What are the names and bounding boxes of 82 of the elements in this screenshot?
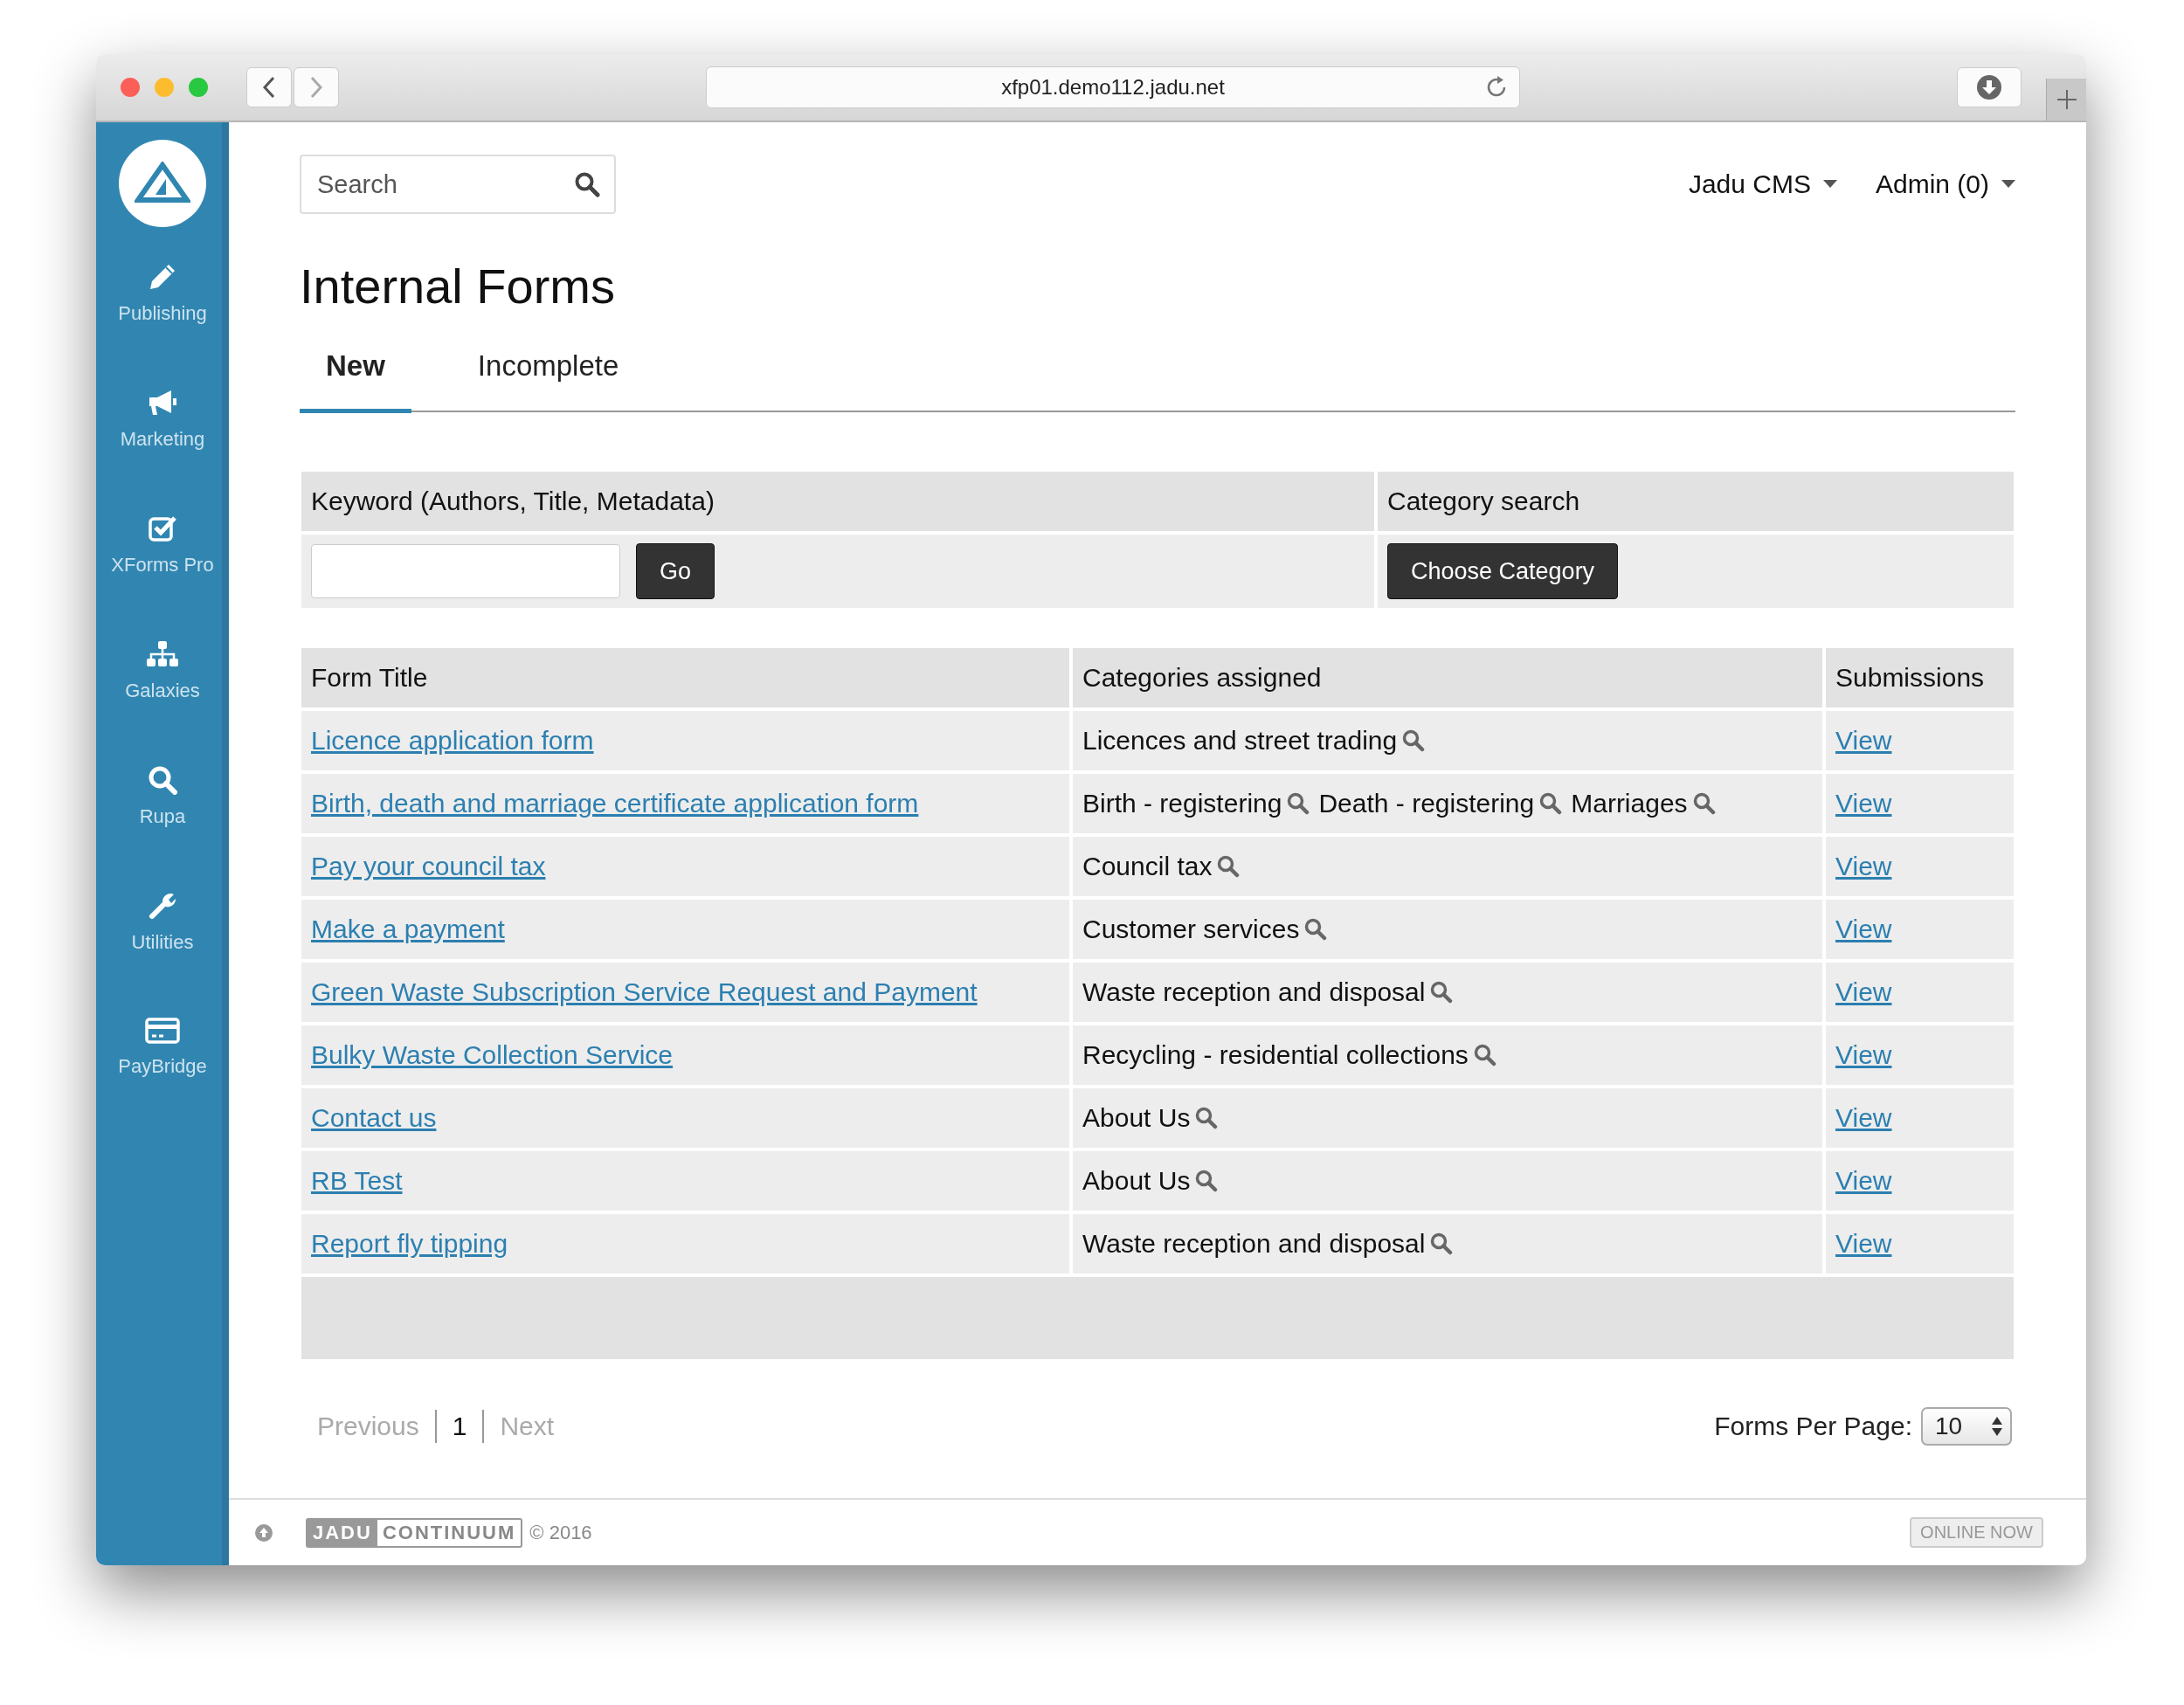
form-title-link[interactable]: RB Test xyxy=(311,1166,403,1196)
sort-arrows-icon xyxy=(1991,1416,2003,1437)
wrench-icon xyxy=(148,891,177,921)
view-link[interactable]: View xyxy=(1835,1166,1892,1196)
dropdown-menu[interactable]: Jadu CMS xyxy=(1688,169,1837,199)
new-tab-button[interactable] xyxy=(2046,79,2086,121)
sitemap-icon xyxy=(146,639,179,669)
search-icon[interactable] xyxy=(1473,1044,1496,1066)
pencil-icon xyxy=(148,262,177,292)
url-text: xfp01.demo112.jadu.net xyxy=(1001,75,1225,100)
form-title-link[interactable]: Report fly tipping xyxy=(311,1229,508,1259)
caret-icon xyxy=(2001,180,2015,189)
keyword-field[interactable] xyxy=(311,544,620,598)
form-title-link[interactable]: Contact us xyxy=(311,1103,437,1133)
megaphone-icon xyxy=(147,388,178,418)
form-title-link[interactable]: Licence application form xyxy=(311,726,594,756)
credit-card-icon xyxy=(145,1017,180,1045)
form-title-link[interactable]: Make a payment xyxy=(311,915,505,944)
search-icon[interactable] xyxy=(1304,918,1328,941)
tab[interactable]: New xyxy=(300,349,411,413)
search-icon[interactable] xyxy=(1430,981,1454,1004)
search-icon[interactable] xyxy=(574,171,600,197)
arrow-up-icon[interactable] xyxy=(255,1523,273,1542)
table-header-cell: Category search xyxy=(1378,472,2014,531)
plus-icon xyxy=(2055,88,2078,111)
view-link[interactable]: View xyxy=(1835,789,1892,818)
search-field[interactable]: Search xyxy=(300,155,616,214)
form-title-link[interactable]: Pay your council tax xyxy=(311,852,546,881)
caret-icon xyxy=(1822,180,1837,189)
column-header: Submissions xyxy=(1826,648,2014,708)
category-text: Birth - registering xyxy=(1082,789,1282,818)
search-icon[interactable] xyxy=(1195,1170,1219,1192)
search-icon[interactable] xyxy=(1692,792,1716,815)
search-icon[interactable] xyxy=(1217,855,1241,878)
search-icon[interactable] xyxy=(1430,1232,1454,1255)
category-text: Customer services xyxy=(1082,915,1300,944)
sidebar-item[interactable]: Marketing xyxy=(120,388,205,514)
view-link[interactable]: View xyxy=(1835,1229,1892,1259)
downloads-button[interactable] xyxy=(1957,67,2022,107)
sidebar-item[interactable]: Galaxies xyxy=(125,639,200,765)
back-button[interactable] xyxy=(246,67,292,107)
category-text: About Us xyxy=(1082,1103,1191,1133)
view-link[interactable]: View xyxy=(1835,726,1892,756)
forms-per-page-label: Forms Per Page: xyxy=(1714,1412,1912,1441)
column-header: Form Title xyxy=(301,648,1069,708)
download-icon xyxy=(1976,74,2002,100)
view-link[interactable]: View xyxy=(1835,1040,1892,1070)
copyright-text: © 2016 xyxy=(529,1521,592,1544)
page-number[interactable]: 1 xyxy=(452,1412,467,1441)
category-text: Waste reception and disposal xyxy=(1082,977,1426,1007)
brand-logo: JADU CONTINUUM xyxy=(306,1517,523,1548)
search-icon xyxy=(148,765,177,795)
tab[interactable]: Incomplete xyxy=(451,349,646,413)
sidebar-item[interactable]: Publishing xyxy=(118,262,207,388)
address-bar[interactable]: xfp01.demo112.jadu.net xyxy=(706,66,1520,108)
table-header-cell: Keyword (Authors, Title, Metadata) xyxy=(301,472,1374,531)
search-icon[interactable] xyxy=(1195,1107,1219,1129)
category-text: Council tax xyxy=(1082,852,1213,881)
status-badge: ONLINE NOW xyxy=(1910,1517,2043,1548)
category-text: Recycling - residential collections xyxy=(1082,1040,1469,1070)
category-text: Licences and street trading xyxy=(1082,726,1398,756)
category-text: Death - registering xyxy=(1318,789,1535,818)
search-icon[interactable] xyxy=(1402,729,1426,752)
category-text: About Us xyxy=(1082,1166,1191,1196)
category-text: Marriages xyxy=(1571,789,1688,818)
column-header: Categories assigned xyxy=(1073,648,1822,708)
view-link[interactable]: View xyxy=(1835,852,1892,881)
forms-per-page-select[interactable]: 10 xyxy=(1921,1407,2012,1446)
search-icon[interactable] xyxy=(1539,792,1563,815)
dropdown-menu[interactable]: Admin (0) xyxy=(1875,169,2015,199)
sidebar-item[interactable]: PayBridge xyxy=(118,1017,207,1142)
go-button[interactable]: Go xyxy=(636,543,715,599)
sidebar-item[interactable]: XForms Pro xyxy=(111,514,214,639)
view-link[interactable]: View xyxy=(1835,1103,1892,1133)
category-text: Waste reception and disposal xyxy=(1082,1229,1426,1259)
page-title: Internal Forms xyxy=(300,258,616,314)
search-icon[interactable] xyxy=(1287,792,1310,815)
view-link[interactable]: View xyxy=(1835,977,1892,1007)
choose-category-button[interactable]: Choose Category xyxy=(1387,543,1619,599)
view-link[interactable]: View xyxy=(1835,915,1892,944)
sidebar-item[interactable]: Rupa xyxy=(139,765,186,891)
sidebar-item[interactable]: Utilities xyxy=(131,891,194,1017)
